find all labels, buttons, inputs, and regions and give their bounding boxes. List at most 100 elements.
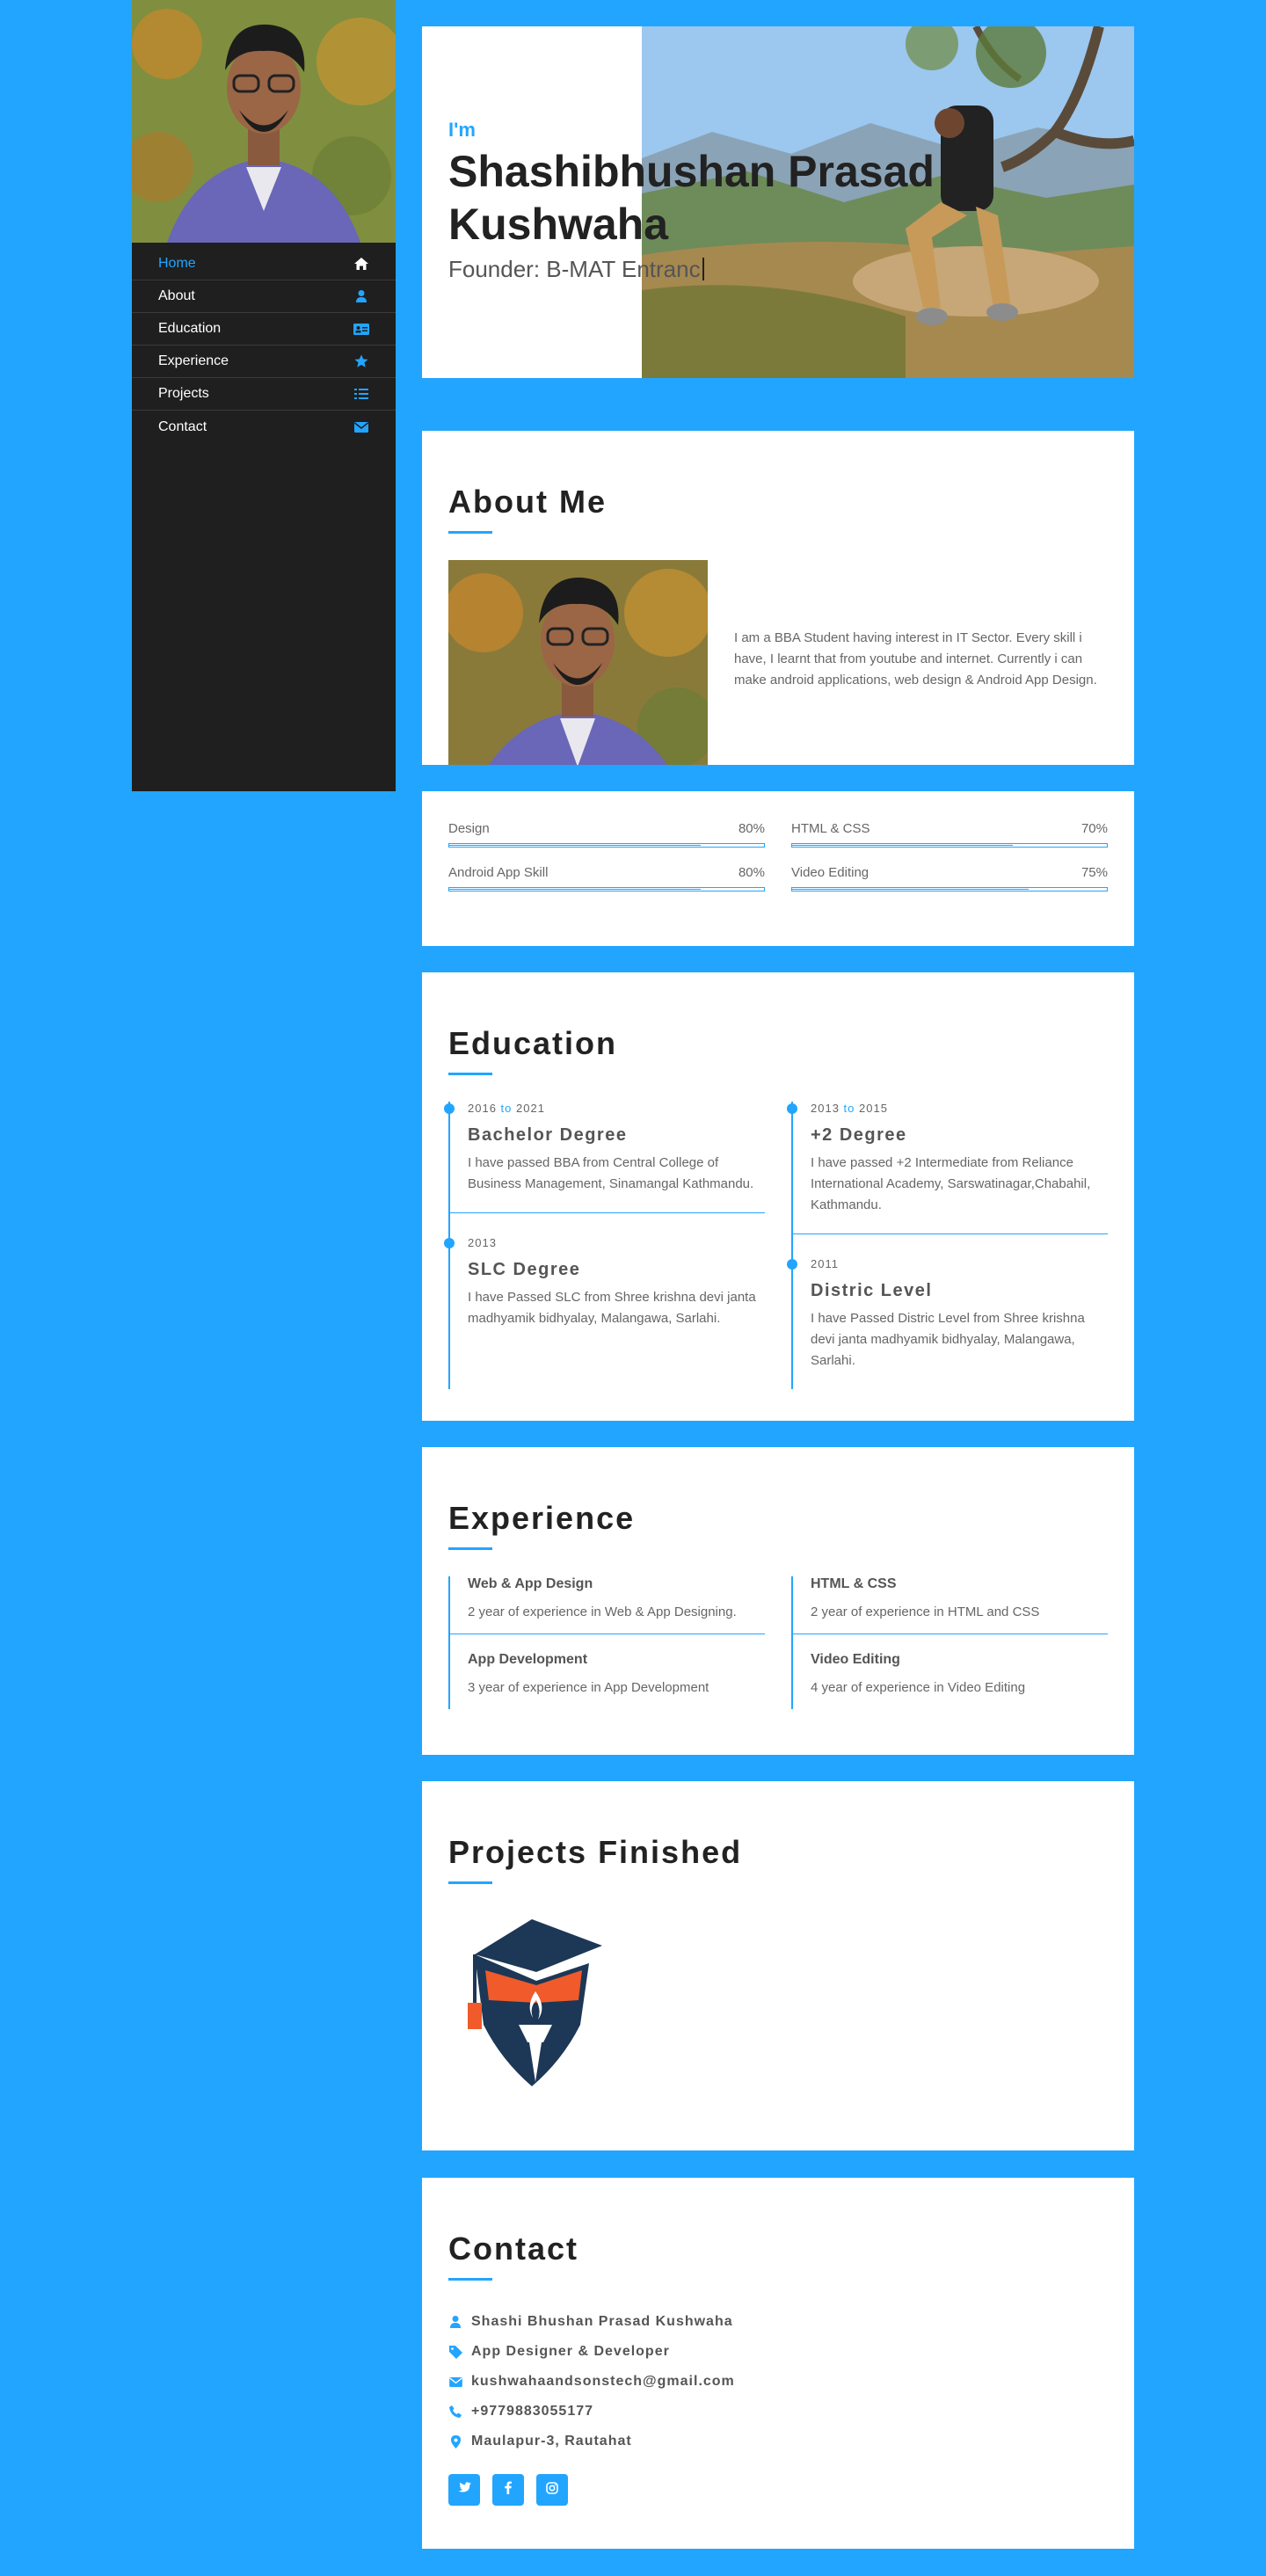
instagram-button[interactable] [536,2474,568,2506]
experience-list: Web & App Design 2 year of experience in… [448,1576,1108,1709]
sidebar-item-label: Contact [158,418,207,434]
education-section: Education 2016 to 2021 Bachelor Degree I… [422,972,1134,1421]
hero-name: Shashibhushan Prasad Kushwaha [448,147,935,249]
skill-name: HTML & CSS [791,821,870,836]
typing-cursor [702,258,704,280]
social-links [448,2474,1108,2506]
contact-name: Shashi Bhushan Prasad Kushwaha [448,2307,1108,2337]
facebook-button[interactable] [492,2474,524,2506]
skill-item: Design 80% [448,821,765,848]
experience-item: App Development 3 year of experience in … [450,1634,765,1709]
sidebar-item-label: Home [158,256,196,271]
experience-item: HTML & CSS 2 year of experience in HTML … [793,1576,1108,1634]
skill-percent: 80% [738,821,765,836]
skill-name: Video Editing [791,865,869,880]
facebook-icon [505,2481,512,2499]
map-marker-icon [448,2434,462,2449]
list-icon [353,386,369,402]
hero-typed-text: Founder: B-MAT Entranc [448,256,701,282]
home-icon [353,256,369,272]
timeline-date: 2016 to 2021 [468,1102,545,1115]
education-timeline: 2016 to 2021 Bachelor Degree I have pass… [444,1102,1108,1389]
hero-prefix: I'm [448,119,476,141]
about-section: About Me I am a BBA Student having inter… [422,431,1134,765]
timeline-title: Distric Level [811,1281,933,1300]
envelope-icon [448,2375,462,2389]
contact-email[interactable]: kushwahaandsonstech@gmail.com [448,2367,1108,2397]
timeline-date: 2013 [468,1236,497,1249]
timeline-description: I have Passed SLC from Shree krishna dev… [468,1290,756,1326]
skill-item: HTML & CSS 70% [791,821,1108,848]
timeline-dot [444,1103,455,1114]
section-title: Projects Finished [448,1834,743,1870]
timeline-item: 2011 Distric Level I have Passed Distric… [787,1233,1108,1389]
sidebar-item-label: About [158,288,195,303]
title-underline [448,1881,492,1884]
title-underline [448,1547,492,1550]
about-photo [448,560,708,765]
id-card-icon [353,321,369,337]
timeline-title: SLC Degree [468,1260,581,1279]
timeline-title: Bachelor Degree [468,1125,628,1145]
sidebar-item-home[interactable]: Home [132,248,396,280]
timeline-dot [787,1103,797,1114]
profile-photo [132,0,396,243]
skill-percent: 75% [1080,865,1108,880]
experience-item: Video Editing 4 year of experience in Vi… [793,1634,1108,1709]
contact-list: Shashi Bhushan Prasad Kushwaha App Desig… [448,2307,1108,2456]
skill-item: Video Editing 75% [791,865,1108,891]
skill-progress-fill [792,845,1013,846]
timeline-description: I have passed +2 Intermediate from Relia… [811,1155,1091,1212]
skill-percent: 70% [1080,821,1108,836]
project-logo[interactable] [448,1919,615,2095]
experience-section: Experience Web & App Design 2 year of ex… [422,1447,1134,1755]
timeline-item: 2013 SLC Degree I have Passed SLC from S… [444,1212,765,1347]
contact-role: App Designer & Developer [448,2337,1108,2367]
sidebar-item-contact[interactable]: Contact [132,411,396,443]
section-title: About Me [448,484,607,520]
section-title: Contact [448,2230,578,2267]
user-icon [353,288,369,304]
experience-title: Web & App Design [468,1576,593,1591]
sidebar-item-education[interactable]: Education [132,313,396,346]
timeline-date: 2011 [811,1257,839,1270]
sidebar-item-experience[interactable]: Experience [132,346,396,378]
skill-item: Android App Skill 80% [448,865,765,891]
experience-title: App Development [468,1652,588,1667]
sidebar-item-about[interactable]: About [132,280,396,313]
timeline-dot [787,1259,797,1270]
skill-progress-fill [792,889,1029,890]
timeline-column: 2016 to 2021 Bachelor Degree I have pass… [444,1102,765,1389]
skills-section: Design 80% HTML & CSS 70% Android App Skil… [422,791,1134,946]
phone-icon [448,2405,462,2419]
twitter-icon [457,2482,471,2498]
section-title: Experience [448,1500,636,1536]
skills-grid: Design 80% HTML & CSS 70% Android App Skil… [448,821,1108,891]
skill-progress-bar [448,843,765,848]
timeline-description: I have passed BBA from Central College o… [468,1155,754,1191]
about-description: I am a BBA Student having interest in IT… [734,630,1097,688]
section-title: Education [448,1025,618,1061]
contact-section: Contact Shashi Bhushan Prasad Kushwaha A… [422,2178,1134,2549]
experience-title: Video Editing [811,1652,900,1667]
envelope-icon [353,419,369,435]
hero-text: I'm Shashibhushan Prasad Kushwaha Founde… [448,119,993,283]
title-underline [448,531,492,534]
timeline-dot [444,1238,455,1248]
sidebar-item-projects[interactable]: Projects [132,378,396,411]
experience-description: 3 year of experience in App Development [468,1680,709,1695]
experience-item: Web & App Design 2 year of experience in… [450,1576,765,1634]
user-icon [448,2315,462,2329]
experience-column: HTML & CSS 2 year of experience in HTML … [791,1576,1108,1709]
skill-percent: 80% [738,865,765,880]
timeline-description: I have Passed Distric Level from Shree k… [811,1311,1085,1368]
contact-phone[interactable]: +9779883055177 [448,2397,1108,2427]
experience-description: 2 year of experience in Web & App Design… [468,1605,737,1619]
skill-progress-fill [449,889,702,890]
skill-progress-bar [791,887,1108,891]
experience-description: 2 year of experience in HTML and CSS [811,1605,1040,1619]
hero-section: I'm Shashibhushan Prasad Kushwaha Founde… [422,26,1134,378]
twitter-button[interactable] [448,2474,480,2506]
skill-name: Design [448,821,490,836]
projects-section: Projects Finished [422,1781,1134,2150]
